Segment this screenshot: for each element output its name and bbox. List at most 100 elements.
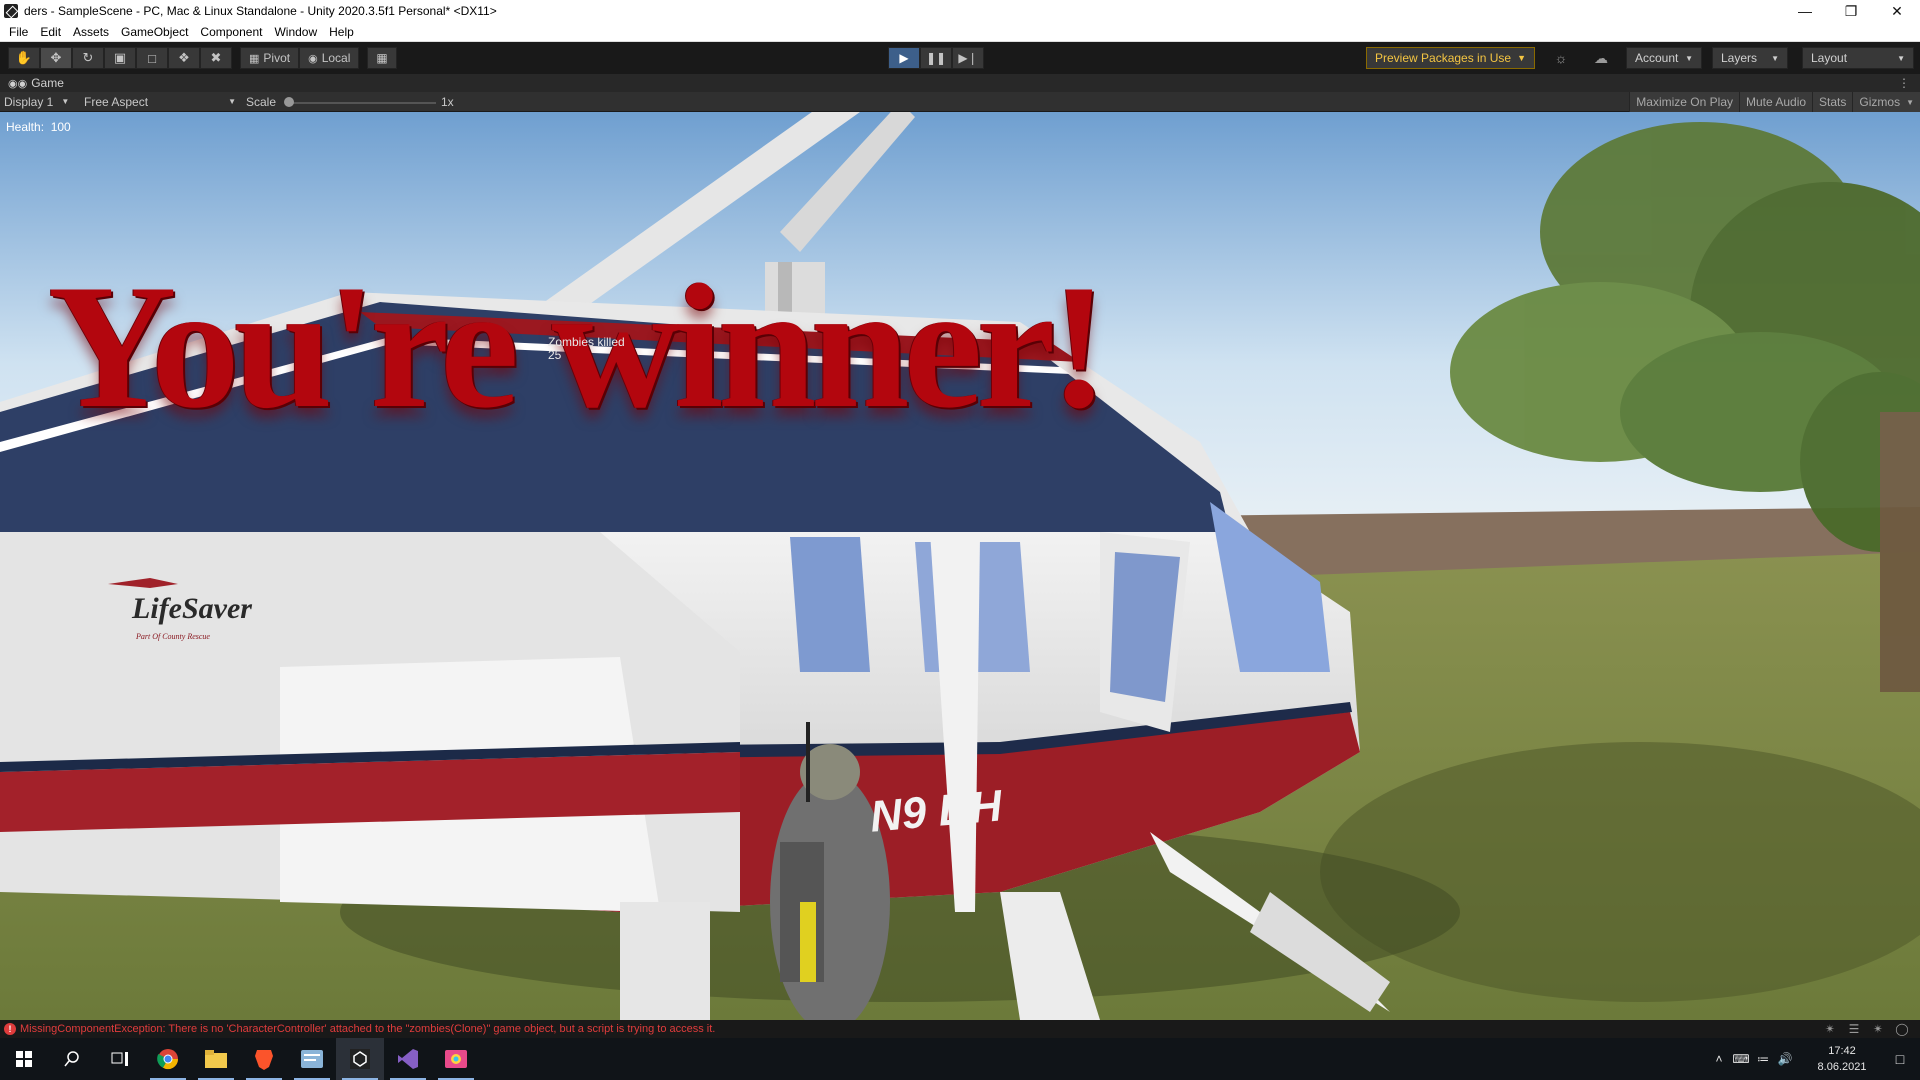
display-label: Display 1 [4, 94, 54, 109]
preview-packages-button[interactable]: Preview Packages in Use ▼ [1366, 47, 1535, 69]
menu-window[interactable]: Window [268, 25, 323, 39]
play-controls: ▶ ❚❚ ▶❘ [888, 47, 984, 69]
scale-slider-handle[interactable] [284, 97, 294, 107]
chevron-down-icon: ▼ [1897, 53, 1905, 63]
visual-studio-icon[interactable] [384, 1038, 432, 1080]
wifi-icon[interactable]: ≔ [1752, 1052, 1774, 1066]
layout-dropdown[interactable]: Layout ▼ [1802, 47, 1914, 69]
custom-tool-icon[interactable]: ✖ [200, 47, 232, 69]
stack-icon[interactable]: ☰ [1842, 1022, 1866, 1036]
minimize-icon[interactable]: — [1782, 0, 1828, 22]
chevron-down-icon: ▼ [1517, 53, 1526, 63]
chrome-icon[interactable] [144, 1038, 192, 1080]
menu-edit[interactable]: Edit [34, 25, 67, 39]
close-icon[interactable]: ✕ [1874, 0, 1920, 22]
chevron-up-icon[interactable]: ˄ [1708, 1052, 1730, 1066]
keyboard-icon[interactable]: ⌨ [1730, 1052, 1752, 1066]
console-status-bar[interactable]: ! MissingComponentException: There is no… [0, 1020, 1920, 1038]
clock-date: 8.06.2021 [1817, 1061, 1867, 1073]
restore-icon[interactable]: ❐ [1828, 0, 1874, 22]
layers-dropdown[interactable]: Layers ▼ [1712, 47, 1788, 69]
heli-window [790, 537, 870, 672]
local-toggle[interactable]: ◉ Local [299, 47, 360, 69]
scale-tool-icon[interactable]: ▣ [104, 47, 136, 69]
pivot-toggle[interactable]: ▦ Pivot [240, 47, 300, 69]
rotate-tool-icon[interactable]: ↻ [72, 47, 104, 69]
search-icon[interactable] [48, 1038, 96, 1080]
pivot-icon: ▦ [249, 52, 260, 65]
health-display: Health: 100 [6, 120, 71, 134]
brave-icon[interactable] [240, 1038, 288, 1080]
gamepad-icon: ◉◉ [8, 77, 28, 90]
grid-icon: ▦ [376, 51, 388, 65]
local-icon: ◉ [308, 52, 318, 65]
windows-start-icon[interactable] [0, 1038, 48, 1080]
gizmos-toggle[interactable]: Gizmos ▼ [1852, 92, 1920, 112]
menu-help[interactable]: Help [323, 25, 360, 39]
chevron-down-icon: ▼ [1771, 53, 1779, 63]
scale-label: Scale [246, 94, 277, 109]
layers-label: Layers [1721, 51, 1758, 65]
grid-snap-button[interactable]: ▦ [367, 47, 397, 69]
game-view-toggles: Maximize On Play Mute Audio Stats Gizmos… [1629, 92, 1920, 112]
hand-tool-icon[interactable]: ✋ [8, 47, 40, 69]
stats-toggle[interactable]: Stats [1812, 92, 1853, 112]
scale-value: 1x [441, 94, 454, 109]
notification-icon[interactable]: □ [1880, 1051, 1920, 1067]
heli-brand-text: LifeSaver [132, 592, 252, 625]
zombies-killed-display: Zombies killed 25 [548, 336, 625, 362]
error-icon: ! [4, 1023, 16, 1035]
menu-file[interactable]: File [3, 25, 34, 39]
menu-gameobject[interactable]: GameObject [115, 25, 194, 39]
mute-audio-toggle[interactable]: Mute Audio [1739, 92, 1813, 112]
menu-bar: File Edit Assets GameObject Component Wi… [0, 22, 1920, 42]
task-view-icon[interactable] [96, 1038, 144, 1080]
aspect-label: Free Aspect [84, 94, 149, 109]
status-icons: ✴ ☰ ✴ ◯ [1818, 1022, 1914, 1036]
debug-icon[interactable]: ✴ [1818, 1022, 1842, 1036]
tab-game[interactable]: ◉◉ Game [0, 76, 64, 90]
menu-component[interactable]: Component [194, 25, 268, 39]
move-tool-icon[interactable]: ✥ [40, 47, 72, 69]
cloud-icon[interactable]: ☁ [1588, 47, 1614, 69]
app-icon[interactable] [288, 1038, 336, 1080]
photo-app-icon[interactable] [432, 1038, 480, 1080]
kebab-menu-icon[interactable]: ⋮ [1898, 76, 1910, 90]
console-error-message[interactable]: MissingComponentException: There is no '… [20, 1023, 715, 1035]
chevron-down-icon: ▼ [61, 97, 70, 106]
windows-taskbar: ˄ ⌨ ≔ 🔊 17:42 8.06.2021 □ [0, 1038, 1920, 1080]
transform-tool-icon[interactable]: ❖ [168, 47, 200, 69]
pause-icon[interactable]: ❚❚ [920, 47, 952, 69]
unity-taskbar-icon[interactable] [336, 1038, 384, 1080]
game-tab-bar: ◉◉ Game ⋮ [0, 74, 1920, 92]
layout-label: Layout [1811, 51, 1848, 65]
display-dropdown[interactable]: Display 1 ▼ [0, 92, 80, 112]
gizmos-label: Gizmos [1859, 95, 1901, 109]
rect-tool-icon[interactable]: □ [136, 47, 168, 69]
menu-assets[interactable]: Assets [67, 25, 115, 39]
aspect-dropdown[interactable]: Free Aspect ▼ [80, 92, 240, 112]
window-title: ders - SampleScene - PC, Mac & Linux Sta… [24, 4, 497, 18]
tab-game-label: Game [31, 76, 64, 90]
settings-sun-icon[interactable]: ☼ [1548, 47, 1574, 69]
scale-slider-track[interactable] [288, 102, 436, 104]
volume-icon[interactable]: 🔊 [1774, 1052, 1796, 1066]
zombies-killed-value: 25 [548, 348, 562, 362]
progress-icon[interactable]: ◯ [1890, 1022, 1914, 1036]
maximize-on-play-toggle[interactable]: Maximize On Play [1629, 92, 1739, 112]
preview-packages-label: Preview Packages in Use [1375, 51, 1512, 65]
pivot-label: Pivot [263, 51, 291, 65]
game-viewport[interactable]: Health: 100 LifeSaver Part Of County Res… [0, 112, 1920, 1020]
transform-tools: ✋ ✥ ↻ ▣ □ ❖ ✖ [8, 47, 232, 69]
step-icon[interactable]: ▶❘ [952, 47, 984, 69]
file-explorer-icon[interactable] [192, 1038, 240, 1080]
health-label: Health: [6, 120, 45, 134]
window-titlebar: ders - SampleScene - PC, Mac & Linux Sta… [0, 0, 1920, 22]
game-view-controls: Display 1 ▼ Free Aspect ▼ Scale 1x Maximiz… [0, 92, 1920, 112]
bug-icon[interactable]: ✴ [1866, 1022, 1890, 1036]
account-dropdown[interactable]: Account ▼ [1626, 47, 1702, 69]
system-clock[interactable]: 17:42 8.06.2021 [1804, 1043, 1880, 1075]
chevron-down-icon: ▼ [228, 97, 236, 106]
unity-logo-icon [4, 4, 18, 18]
play-icon[interactable]: ▶ [888, 47, 920, 69]
